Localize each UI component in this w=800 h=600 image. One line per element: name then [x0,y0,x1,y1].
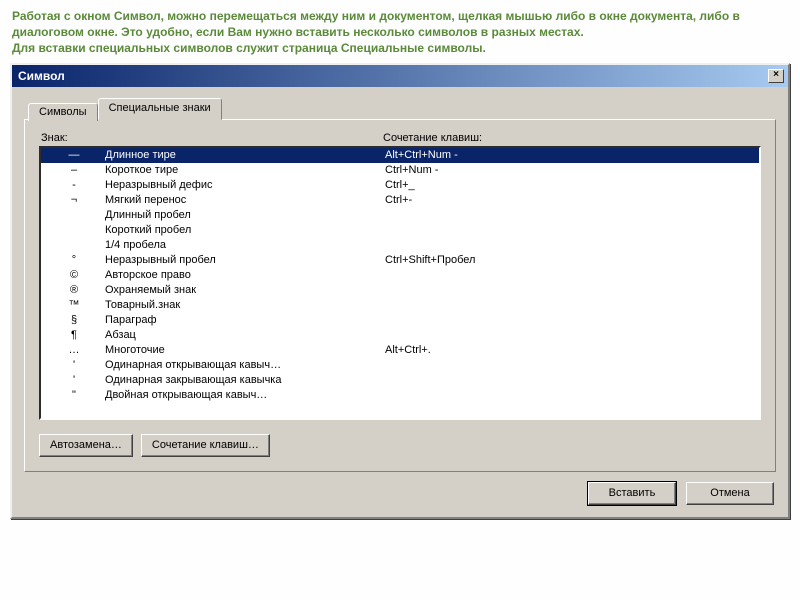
list-headers: Знак: Сочетание клавиш: [39,132,761,144]
list-item[interactable]: Короткий пробел [41,223,759,238]
list-item-symbol [43,208,105,223]
list-item-shortcut [385,388,757,403]
list-item-shortcut [385,298,757,313]
cancel-button[interactable]: Отмена [686,482,774,505]
list-item-shortcut [385,208,757,223]
list-item-symbol: § [43,313,105,328]
list-item[interactable]: §Параграф [41,313,759,328]
list-item-symbol: ™ [43,298,105,313]
intro-text: Работая с окном Символ, можно перемещать… [0,0,800,63]
tab-panel-special: Знак: Сочетание клавиш: —Длинное тиреAlt… [24,119,776,472]
insert-button[interactable]: Вставить [588,482,676,505]
list-item-shortcut [385,328,757,343]
list-item-name: Короткий пробел [105,223,385,238]
special-characters-list[interactable]: —Длинное тиреAlt+Ctrl+Num -–Короткое тир… [39,146,761,420]
tab-strip: Символы Специальные знаки [28,97,776,119]
list-item-symbol: ® [43,283,105,298]
list-item-shortcut [385,358,757,373]
list-item-name: Короткое тире [105,163,385,178]
list-item[interactable]: ®Охраняемый знак [41,283,759,298]
list-item[interactable]: ¬Мягкий переносCtrl+- [41,193,759,208]
list-item[interactable]: ©Авторское право [41,268,759,283]
list-item-name: 1/4 пробела [105,238,385,253]
list-item-name: Двойная открывающая кавыч… [105,388,385,403]
list-item-symbol: © [43,268,105,283]
list-item-symbol: - [43,178,105,193]
list-item-name: Охраняемый знак [105,283,385,298]
list-item-name: Абзац [105,328,385,343]
list-item-shortcut [385,268,757,283]
list-item-symbol: – [43,163,105,178]
close-icon[interactable]: × [768,69,784,83]
list-item-name: Многоточие [105,343,385,358]
list-item[interactable]: 'Одинарная открывающая кавыч… [41,358,759,373]
list-item-symbol: … [43,343,105,358]
list-item-symbol [43,238,105,253]
list-item-shortcut [385,238,757,253]
list-item[interactable]: –Короткое тиреCtrl+Num - [41,163,759,178]
list-item[interactable]: °Неразрывный пробелCtrl+Shift+Пробел [41,253,759,268]
list-item-name: Параграф [105,313,385,328]
list-item-shortcut [385,283,757,298]
list-item-symbol: ¬ [43,193,105,208]
list-item-symbol [43,223,105,238]
list-item-symbol: — [43,148,105,163]
list-item-shortcut [385,313,757,328]
header-sign: Знак: [41,132,383,144]
list-item-shortcut: Ctrl+_ [385,178,757,193]
list-item-name: Авторское право [105,268,385,283]
list-item-symbol: " [43,388,105,403]
list-item-shortcut [385,223,757,238]
symbol-dialog: Символ × Символы Специальные знаки Знак:… [10,63,790,519]
list-item-symbol: ° [43,253,105,268]
list-item[interactable]: 'Одинарная закрывающая кавычка [41,373,759,388]
list-item[interactable]: Длинный пробел [41,208,759,223]
shortcut-key-button[interactable]: Сочетание клавиш… [141,434,270,457]
intro-p1: Работая с окном Символ, можно перемещать… [12,8,788,40]
list-item[interactable]: …МноготочиеAlt+Ctrl+. [41,343,759,358]
list-item[interactable]: -Неразрывный дефисCtrl+_ [41,178,759,193]
list-item-shortcut: Alt+Ctrl+Num - [385,148,757,163]
dialog-title: Символ [18,69,65,83]
list-item[interactable]: ™Товарный.знак [41,298,759,313]
list-item[interactable]: 1/4 пробела [41,238,759,253]
titlebar[interactable]: Символ × [12,65,788,87]
list-item-shortcut: Ctrl+Num - [385,163,757,178]
list-item-shortcut [385,373,757,388]
list-item[interactable]: —Длинное тиреAlt+Ctrl+Num - [41,148,759,163]
tab-symbols[interactable]: Символы [28,103,98,121]
autocorrect-button[interactable]: Автозамена… [39,434,133,457]
tab-special-characters[interactable]: Специальные знаки [98,98,222,120]
list-item-symbol: ' [43,358,105,373]
list-item-symbol: ' [43,373,105,388]
list-item-name: Одинарная открывающая кавыч… [105,358,385,373]
list-item-name: Товарный.знак [105,298,385,313]
list-item-shortcut: Ctrl+Shift+Пробел [385,253,757,268]
list-item-name: Длинный пробел [105,208,385,223]
list-item-symbol: ¶ [43,328,105,343]
list-item-shortcut: Ctrl+- [385,193,757,208]
intro-p2: Для вставки специальных символов служит … [12,40,788,56]
list-item-name: Длинное тире [105,148,385,163]
list-item[interactable]: ¶Абзац [41,328,759,343]
list-item-name: Неразрывный дефис [105,178,385,193]
header-shortcut: Сочетание клавиш: [383,132,759,144]
list-item-shortcut: Alt+Ctrl+. [385,343,757,358]
list-item-name: Одинарная закрывающая кавычка [105,373,385,388]
list-item[interactable]: "Двойная открывающая кавыч… [41,388,759,403]
list-item-name: Мягкий перенос [105,193,385,208]
list-item-name: Неразрывный пробел [105,253,385,268]
